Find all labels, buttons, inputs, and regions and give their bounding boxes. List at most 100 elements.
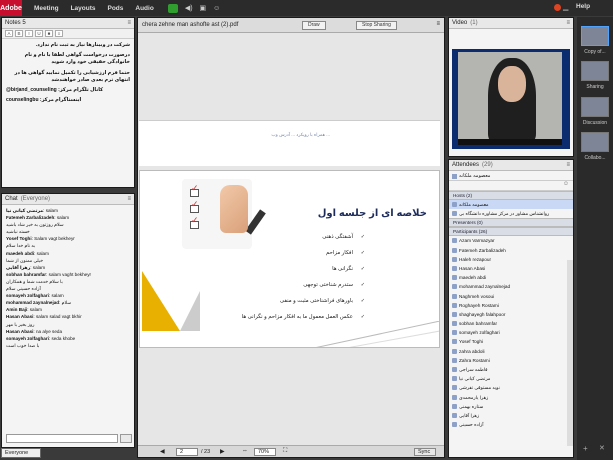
attendee-item[interactable]: روانشناس مشاور در مرکز مشاوره دانشگاه بی: [449, 209, 573, 218]
presenter-face: [498, 66, 526, 102]
attendee-item[interactable]: Azam Varmazyar: [449, 236, 573, 245]
chat-pod: Chat (Everyone) ≡ مرتضی کیانی نیا: salam…: [1, 193, 135, 448]
pod-menu-icon[interactable]: ≡: [566, 20, 570, 26]
menu-meeting[interactable]: Meeting: [34, 5, 59, 12]
video-controls[interactable]: [458, 139, 562, 145]
menu-audio[interactable]: Audio: [135, 5, 153, 12]
page-number-input[interactable]: 2: [176, 448, 198, 456]
chat-tab-everyone[interactable]: Everyone: [1, 448, 41, 458]
chat-text: salam: [45, 208, 58, 213]
person-icon: [452, 238, 457, 244]
attendee-item[interactable]: Hasan Abasi: [449, 264, 573, 273]
draw-button[interactable]: Draw: [302, 21, 326, 30]
menu-pods[interactable]: Pods: [107, 5, 123, 12]
next-page-icon[interactable]: ▶: [220, 448, 225, 455]
scrollbar[interactable]: [567, 260, 573, 446]
attendee-item[interactable]: معصومه ملکانه: [449, 200, 573, 210]
minimize-icon[interactable]: ▁: [563, 3, 568, 11]
layout-thumb-collaboration[interactable]: [581, 132, 609, 152]
attendee-item[interactable]: Fatemeh Zarbalizadeh: [449, 246, 573, 255]
prev-page-icon[interactable]: ◀: [160, 448, 165, 455]
attendee-item[interactable]: زهرا آقایی: [449, 411, 573, 420]
list-icon[interactable]: ≡: [55, 30, 63, 37]
attendee-item[interactable]: mohammad zaynalnejad: [449, 282, 573, 291]
chat-message-list[interactable]: مرتضی کیانی نیا: salam Fatemeh Zarbalizad…: [2, 205, 134, 351]
attendee-name: Roghayeh Rostami: [459, 302, 499, 308]
fit-width-icon[interactable]: ⇔: [242, 448, 248, 454]
decorative-shape: [180, 291, 200, 331]
webcam-image: [458, 52, 562, 140]
bold-icon[interactable]: B: [15, 30, 23, 37]
attendee-item[interactable]: Naghmeh vosoui: [449, 292, 573, 301]
attendee-item[interactable]: maedeh abdi: [449, 273, 573, 282]
zoom-select[interactable]: 70%: [254, 448, 276, 456]
chat-title: Chat: [5, 196, 18, 202]
layout-thumb-discussion[interactable]: [581, 97, 609, 117]
speaker-icon[interactable]: ◀): [185, 4, 193, 12]
attendee-item[interactable]: Roghayeh Rostami: [449, 301, 573, 310]
italic-icon[interactable]: I: [25, 30, 33, 37]
pod-menu-icon[interactable]: ≡: [127, 196, 131, 202]
layout-label: Collabo...: [584, 155, 606, 161]
record-icon[interactable]: [554, 4, 561, 11]
chat-input[interactable]: [6, 434, 118, 443]
person-icon: [452, 321, 457, 327]
attendee-item[interactable]: shaghayegh falahpoor: [449, 310, 573, 319]
attendee-item[interactable]: Haleh rezapour: [449, 255, 573, 264]
person-icon: [452, 394, 457, 400]
attendee-item[interactable]: مرتضی کیانی نیا: [449, 374, 573, 383]
menu-layouts[interactable]: Layouts: [71, 5, 96, 12]
settings-icon[interactable]: ✕: [599, 444, 605, 452]
chat-text: خسته نباشید: [6, 229, 30, 235]
chat-text: seda khobe: [51, 335, 76, 341]
fullscreen-icon[interactable]: ⛶: [283, 448, 287, 455]
microphone-icon[interactable]: [167, 3, 178, 13]
attendee-item[interactable]: Zahra Rostami: [449, 356, 573, 365]
attendee-item[interactable]: آزاده حسینی: [449, 420, 573, 429]
attendee-item[interactable]: Yosef Toghi: [449, 337, 573, 346]
attendee-item[interactable]: ستاره بهمنی: [449, 402, 573, 411]
group-presenters[interactable]: Presenters (0): [449, 218, 573, 228]
add-layout-icon[interactable]: +: [583, 444, 588, 453]
attendee-item[interactable]: sobhan bahramfar: [449, 319, 573, 328]
notes-body[interactable]: شرکت در وبینارها نیاز به ثبت نام ندارد. …: [2, 39, 134, 110]
chat-sender: مرتضی کیانی نیا: [6, 208, 44, 213]
color-icon[interactable]: ■: [45, 30, 53, 37]
person-icon: [452, 202, 457, 207]
attendee-item[interactable]: نوید مستوفی تفرشی: [449, 383, 573, 392]
layout-thumb-sharing[interactable]: [581, 61, 609, 81]
attendee-item[interactable]: زهرا یارمحمدی: [449, 393, 573, 402]
webcam-icon[interactable]: ▣: [200, 4, 207, 12]
person-status-icon[interactable]: ☺: [213, 5, 220, 12]
sync-button[interactable]: Sync: [414, 448, 436, 456]
pod-menu-icon[interactable]: ≡: [127, 20, 131, 26]
attendee-item[interactable]: zahra abdoli: [449, 347, 573, 356]
underline-icon[interactable]: U: [35, 30, 43, 37]
font-size-icon[interactable]: A: [5, 30, 13, 37]
person-icon: [452, 357, 457, 363]
chat-message: خیلی ممنون از شما: [6, 257, 130, 264]
pod-menu-icon[interactable]: ≡: [566, 162, 570, 168]
document-footer: ◀ 2 / 23 ▶ ⇔ 70% ⛶ Sync: [138, 445, 444, 457]
stop-sharing-button[interactable]: Stop Sharing: [356, 21, 397, 30]
attendee-item[interactable]: somayeh zolfaghari: [449, 328, 573, 337]
slide-bullet-text: نگرانی ها: [332, 266, 353, 272]
previous-slide-portion: ... همراه با رویکرد ... آدرس وب: [139, 120, 440, 166]
status-icon[interactable]: ☺: [563, 181, 569, 187]
pod-menu-icon[interactable]: ≡: [436, 21, 440, 27]
attendee-item[interactable]: فاطمه سراجی: [449, 365, 573, 374]
checkmark-icon: ✓: [360, 298, 365, 304]
attendees-title: Attendees: [452, 162, 480, 168]
chat-message: مرتضی کیانی نیا: salam: [6, 208, 58, 213]
layout-thumb-copy[interactable]: [581, 26, 609, 46]
send-message-button[interactable]: [120, 434, 132, 443]
slide-bullet: آشفتگی ذهنی ✓: [322, 234, 365, 240]
help-menu[interactable]: Help: [576, 3, 590, 10]
chat-text: روز بخیر با مهر: [6, 321, 35, 327]
chat-text: salam: [36, 250, 49, 256]
attendee-self[interactable]: معصومه ملکانه: [449, 171, 573, 181]
webcam-feed[interactable]: [452, 49, 570, 149]
chat-sender: زهرا آقایی: [6, 264, 31, 270]
group-participants[interactable]: Participants (26): [449, 227, 573, 237]
group-hosts[interactable]: Hosts (2): [449, 191, 573, 200]
